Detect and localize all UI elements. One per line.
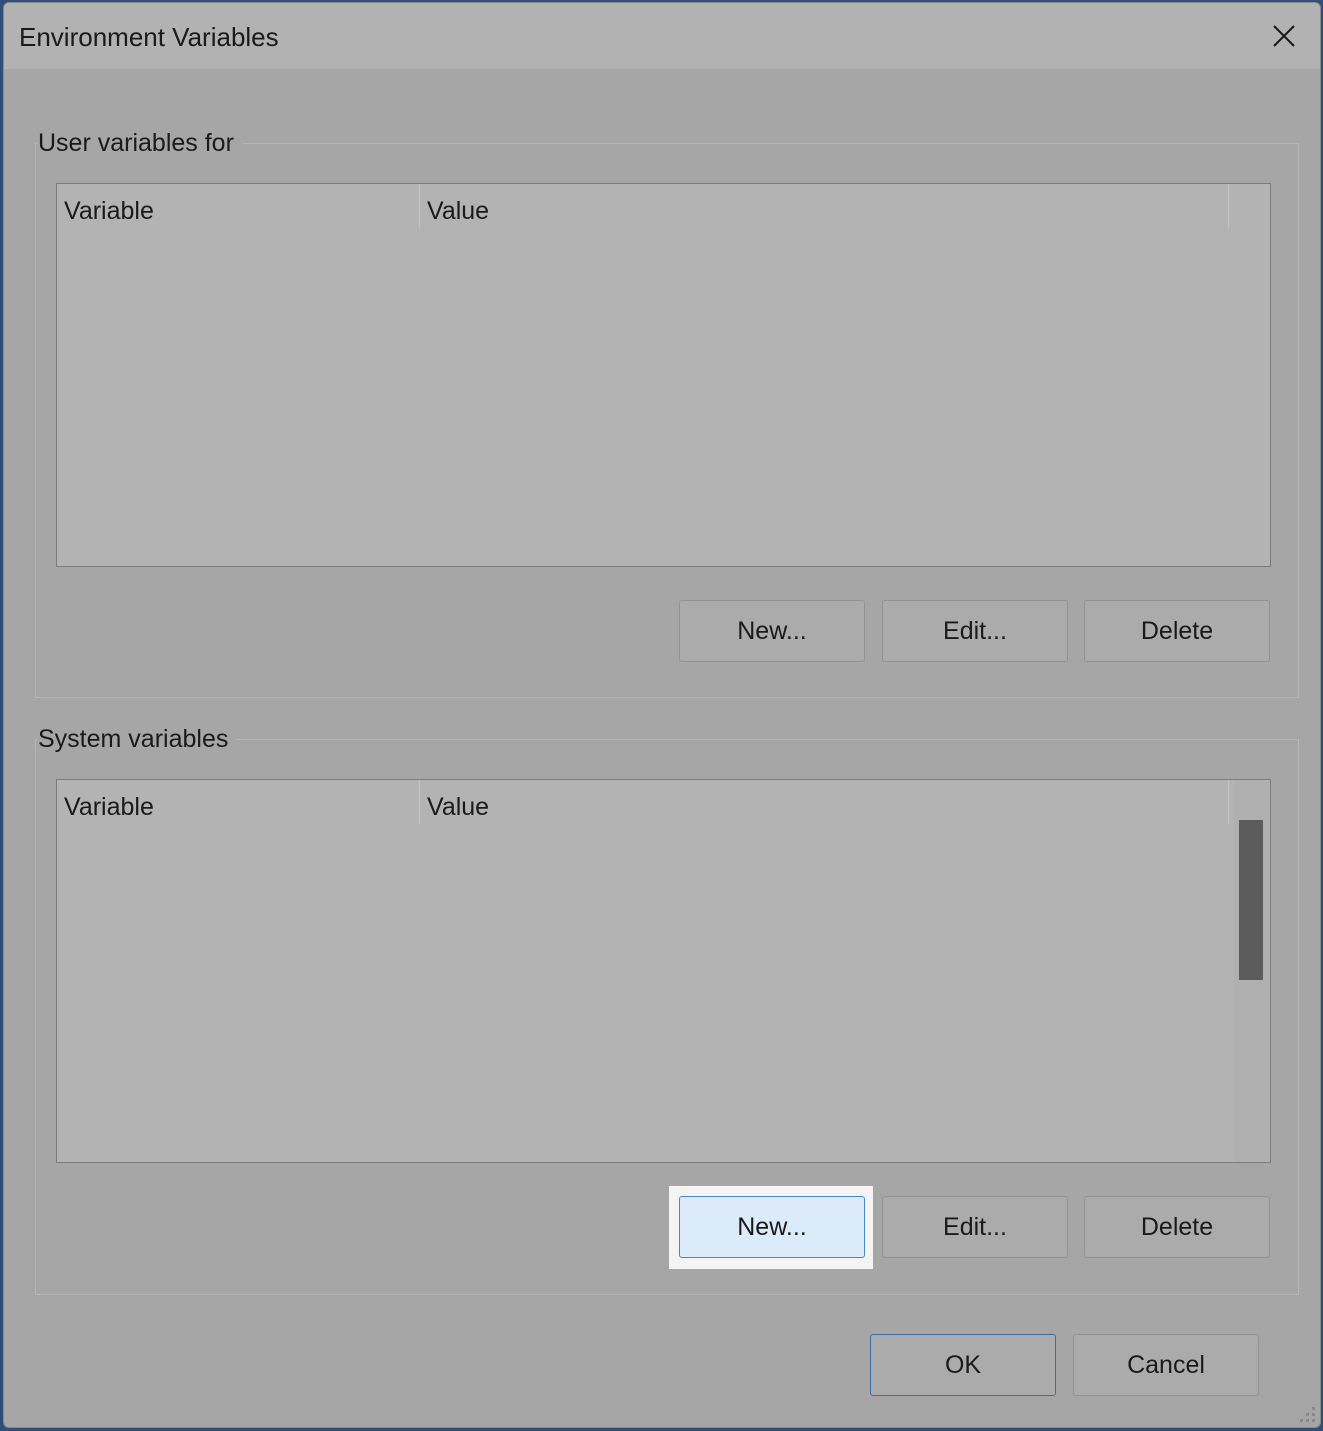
user-column-value[interactable]: Value bbox=[420, 184, 1228, 238]
window-title: Environment Variables bbox=[19, 22, 279, 52]
user-variables-list[interactable]: Variable Value bbox=[56, 183, 1271, 567]
close-icon bbox=[1273, 25, 1295, 47]
system-column-value[interactable]: Value bbox=[420, 780, 1228, 834]
user-column-variable[interactable]: Variable bbox=[57, 184, 419, 238]
system-delete-button[interactable]: Delete bbox=[1084, 1196, 1270, 1258]
scrollbar-thumb[interactable] bbox=[1239, 820, 1263, 980]
close-button[interactable] bbox=[1248, 3, 1320, 69]
user-delete-button[interactable]: Delete bbox=[1084, 600, 1270, 662]
user-new-button[interactable]: New... bbox=[679, 600, 865, 662]
system-list-header: Variable Value bbox=[57, 780, 1230, 834]
user-variables-label: User variables for bbox=[38, 128, 242, 158]
system-variables-list[interactable]: Variable Value bbox=[56, 779, 1271, 1163]
resize-grip-icon[interactable] bbox=[1296, 1403, 1316, 1423]
system-column-variable[interactable]: Variable bbox=[57, 780, 419, 834]
system-edit-button[interactable]: Edit... bbox=[882, 1196, 1068, 1258]
system-new-button[interactable]: New... bbox=[679, 1196, 865, 1258]
user-edit-button[interactable]: Edit... bbox=[882, 600, 1068, 662]
user-list-header: Variable Value bbox=[57, 184, 1230, 238]
environment-variables-dialog: Environment Variables User variables for… bbox=[3, 2, 1321, 1428]
title-bar: Environment Variables bbox=[4, 3, 1320, 69]
system-list-scrollbar[interactable] bbox=[1234, 780, 1270, 1162]
ok-button[interactable]: OK bbox=[870, 1334, 1056, 1396]
system-column-separator-end[interactable] bbox=[1228, 780, 1229, 824]
cancel-button[interactable]: Cancel bbox=[1073, 1334, 1259, 1396]
system-variables-label: System variables bbox=[38, 724, 237, 754]
user-column-separator-end[interactable] bbox=[1228, 184, 1229, 228]
